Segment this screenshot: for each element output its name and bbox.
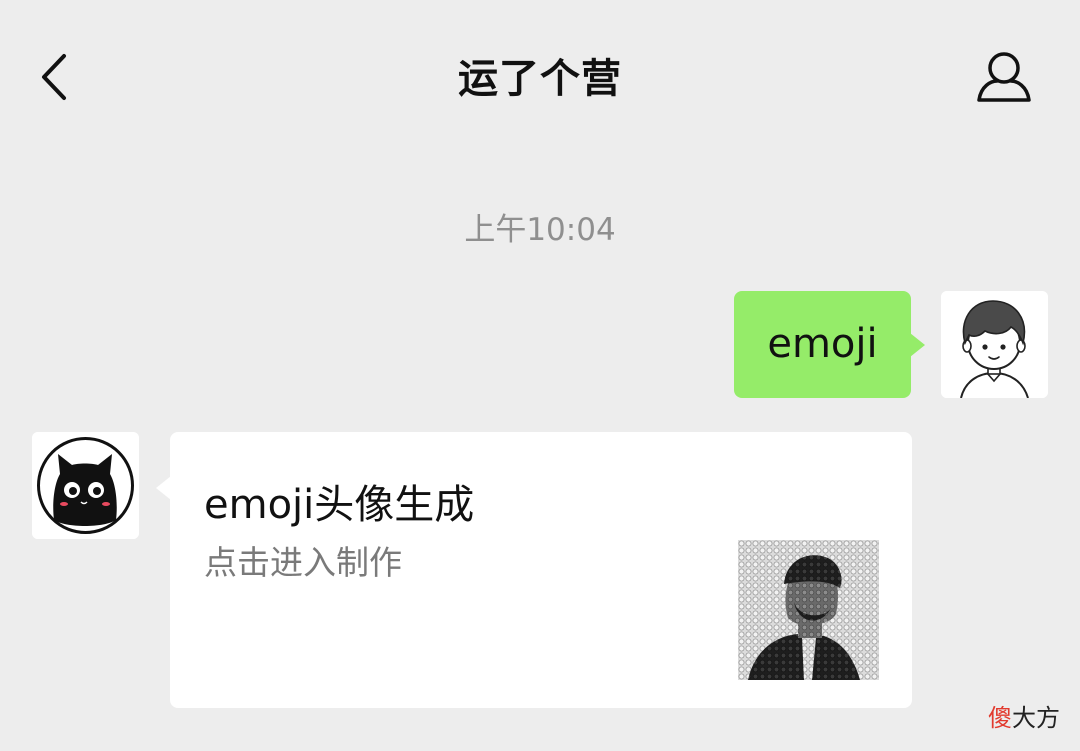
outgoing-message-bubble[interactable]: emoji [734, 291, 925, 398]
black-cat-avatar-icon [32, 432, 139, 539]
cartoon-boy-avatar-icon [941, 291, 1048, 398]
card-title: emoji头像生成 [204, 482, 475, 528]
outgoing-message-text: emoji [767, 321, 878, 367]
watermark-accent-text: 傻 [988, 704, 1012, 732]
user-icon[interactable] [974, 48, 1034, 104]
chat-title: 运了个营 [458, 56, 622, 102]
watermark: 傻大方 [988, 698, 1060, 733]
contact-avatar[interactable] [32, 432, 139, 539]
emoji-mosaic-portrait-icon [738, 540, 879, 680]
self-avatar[interactable] [941, 291, 1048, 398]
watermark-text: 大方 [1012, 704, 1060, 732]
message-timestamp: 上午10:04 [464, 212, 616, 248]
chat-header: 运了个营 [0, 0, 1080, 150]
card-thumbnail [738, 540, 879, 680]
card-subtitle: 点击进入制作 [204, 543, 402, 582]
mini-program-card[interactable]: emoji头像生成 点击进入制作 [156, 432, 912, 708]
